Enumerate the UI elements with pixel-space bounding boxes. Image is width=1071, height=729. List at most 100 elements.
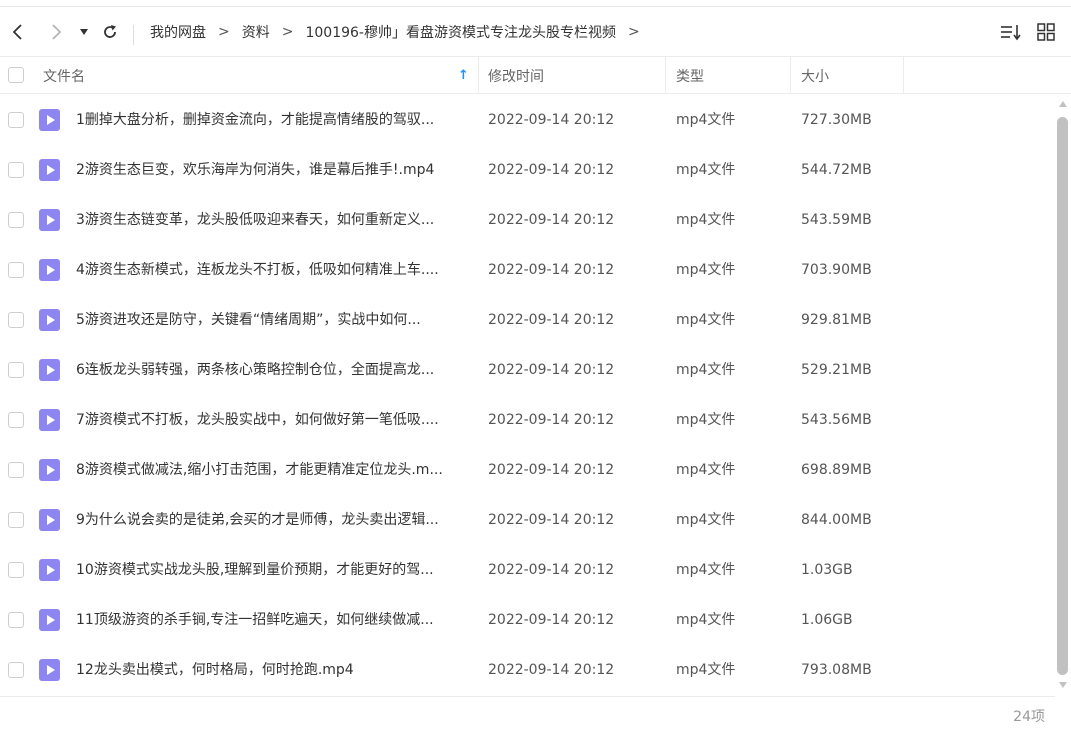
file-name[interactable]: 7游资模式不打板，龙头股实战中，如何做好第一笔低吸.... (76, 395, 466, 445)
column-divider[interactable] (665, 57, 666, 94)
file-type: mp4文件 (676, 512, 736, 528)
footer-divider (0, 696, 1055, 697)
file-modified-time: 2022-09-14 20:12 (488, 662, 615, 678)
file-row[interactable]: 8游资模式做减法,缩小打击范围，才能更精准定位龙头.m... 2022-09-14… (0, 445, 1055, 495)
file-type: mp4文件 (676, 262, 736, 278)
file-modified-time: 2022-09-14 20:12 (488, 612, 615, 628)
file-modified-time: 2022-09-14 20:12 (488, 362, 615, 378)
file-size: 543.59MB (801, 212, 872, 228)
file-name[interactable]: 12龙头卖出模式，何时格局，何时抢跑.mp4 (76, 645, 466, 695)
file-row[interactable]: 11顶级游资的杀手锏,专注一招鲜吃遍天，如何继续做减... 2022-09-14 … (0, 595, 1055, 645)
row-checkbox[interactable] (8, 562, 24, 578)
file-modified-time: 2022-09-14 20:12 (488, 112, 615, 128)
column-divider[interactable] (903, 57, 904, 94)
file-name[interactable]: 10游资模式实战龙头股,理解到量价预期，才能更好的驾... (76, 545, 466, 595)
row-checkbox[interactable] (8, 362, 24, 378)
video-file-icon (39, 359, 60, 381)
column-divider[interactable] (790, 57, 791, 94)
select-all-checkbox[interactable] (8, 67, 24, 83)
column-header-size[interactable]: 大小 (801, 57, 901, 94)
file-name[interactable]: 8游资模式做减法,缩小打击范围，才能更精准定位龙头.m... (76, 445, 466, 495)
file-type: mp4文件 (676, 312, 736, 328)
sort-button[interactable] (1000, 7, 1022, 57)
file-row[interactable]: 6连板龙头弱转强，两条核心策略控制仓位，全面提高龙... 2022-09-14 2… (0, 345, 1055, 395)
file-size: 529.21MB (801, 362, 872, 378)
row-checkbox[interactable] (8, 212, 24, 228)
refresh-button[interactable] (100, 22, 120, 42)
file-row[interactable]: 7游资模式不打板，龙头股实战中，如何做好第一笔低吸.... 2022-09-14 … (0, 395, 1055, 445)
file-type: mp4文件 (676, 462, 736, 478)
video-file-icon (39, 659, 60, 681)
file-type: mp4文件 (676, 362, 736, 378)
video-file-icon (39, 209, 60, 231)
file-type: mp4文件 (676, 112, 736, 128)
file-modified-time: 2022-09-14 20:12 (488, 212, 615, 228)
video-file-icon (39, 259, 60, 281)
file-modified-time: 2022-09-14 20:12 (488, 262, 615, 278)
video-file-icon (39, 109, 60, 131)
row-checkbox[interactable] (8, 412, 24, 428)
file-row[interactable]: 4游资生态新模式，连板龙头不打板，低吸如何精准上车.... 2022-09-14 … (0, 245, 1055, 295)
breadcrumb-item-materials[interactable]: 资料 (242, 22, 270, 42)
video-file-icon (39, 159, 60, 181)
video-file-icon (39, 609, 60, 631)
file-row[interactable]: 9为什么说会卖的是徒弟,会买的才是师傅，龙头卖出逻辑... 2022-09-14 … (0, 495, 1055, 545)
file-name[interactable]: 9为什么说会卖的是徒弟,会买的才是师傅，龙头卖出逻辑... (76, 495, 466, 545)
file-modified-time: 2022-09-14 20:12 (488, 562, 615, 578)
file-name[interactable]: 6连板龙头弱转强，两条核心策略控制仓位，全面提高龙... (76, 345, 466, 395)
history-dropdown-button[interactable] (77, 25, 91, 39)
column-header-modified[interactable]: 修改时间 (488, 57, 658, 94)
scrollbar-thumb[interactable] (1057, 117, 1068, 675)
sort-ascending-icon: ↑ (458, 68, 469, 83)
file-modified-time: 2022-09-14 20:12 (488, 412, 615, 428)
toolbar: 我的网盘 > 资料 > 100196-穆帅」看盘游资模式专注龙头股专栏视频 > (0, 6, 1071, 56)
row-checkbox[interactable] (8, 262, 24, 278)
scroll-up-arrow-icon[interactable] (1059, 101, 1067, 107)
file-name[interactable]: 2游资生态巨变，欢乐海岸为何消失，谁是幕后推手!.mp4 (76, 145, 466, 195)
refresh-icon (104, 25, 116, 38)
row-checkbox[interactable] (8, 162, 24, 178)
file-row[interactable]: 10游资模式实战龙头股,理解到量价预期，才能更好的驾... 2022-09-14 … (0, 545, 1055, 595)
file-name[interactable]: 11顶级游资的杀手锏,专注一招鲜吃遍天，如何继续做减... (76, 595, 466, 645)
video-file-icon (39, 459, 60, 481)
video-file-icon (39, 409, 60, 431)
file-type: mp4文件 (676, 662, 736, 678)
file-list-header: 文件名 ↑ 修改时间 类型 大小 (0, 56, 1071, 94)
sort-list-icon (1001, 25, 1021, 41)
row-checkbox[interactable] (8, 462, 24, 478)
row-checkbox[interactable] (8, 512, 24, 528)
file-size: 1.06GB (801, 612, 853, 628)
item-count: 24项 (1013, 709, 1045, 725)
breadcrumb-separator: > (627, 24, 640, 40)
vertical-scrollbar[interactable] (1055, 95, 1071, 696)
file-row[interactable]: 5游资进攻还是防守，关键看“情绪周期”，实战中如何... 2022-09-14 2… (0, 295, 1055, 345)
file-name[interactable]: 5游资进攻还是防守，关键看“情绪周期”，实战中如何... (76, 295, 466, 345)
file-name[interactable]: 1删掉大盘分析，删掉资金流向，才能提高情绪股的驾驭... (76, 95, 466, 145)
file-size: 727.30MB (801, 112, 872, 128)
breadcrumb-item-current-folder[interactable]: 100196-穆帅」看盘游资模式专注龙头股专栏视频 (305, 22, 616, 42)
row-checkbox[interactable] (8, 662, 24, 678)
file-row[interactable]: 2游资生态巨变，欢乐海岸为何消失，谁是幕后推手!.mp4 2022-09-14 2… (0, 145, 1055, 195)
column-header-name[interactable]: 文件名 ↑ (43, 57, 473, 94)
file-row[interactable]: 3游资生态链变革，龙头股低吸迎来春天，如何重新定义... 2022-09-14 2… (0, 195, 1055, 245)
file-row[interactable]: 1删掉大盘分析，删掉资金流向，才能提高情绪股的驾驭... 2022-09-14 2… (0, 95, 1055, 145)
row-checkbox[interactable] (8, 112, 24, 128)
row-checkbox[interactable] (8, 312, 24, 328)
file-type: mp4文件 (676, 412, 736, 428)
back-button[interactable] (8, 22, 28, 42)
column-divider[interactable] (478, 57, 479, 94)
forward-button[interactable] (46, 22, 66, 42)
file-size: 698.89MB (801, 462, 872, 478)
grid-view-button[interactable] (1037, 7, 1055, 57)
file-row[interactable]: 12龙头卖出模式，何时格局，何时抢跑.mp4 2022-09-14 20:12 mp… (0, 645, 1055, 695)
scroll-down-arrow-icon[interactable] (1059, 682, 1067, 688)
file-type: mp4文件 (676, 562, 736, 578)
row-checkbox[interactable] (8, 612, 24, 628)
file-name[interactable]: 3游资生态链变革，龙头股低吸迎来春天，如何重新定义... (76, 195, 466, 245)
file-type: mp4文件 (676, 162, 736, 178)
video-file-icon (39, 509, 60, 531)
file-type: mp4文件 (676, 612, 736, 628)
column-header-type[interactable]: 类型 (676, 57, 786, 94)
breadcrumb-item-my-drive[interactable]: 我的网盘 (150, 22, 206, 42)
file-name[interactable]: 4游资生态新模式，连板龙头不打板，低吸如何精准上车.... (76, 245, 466, 295)
